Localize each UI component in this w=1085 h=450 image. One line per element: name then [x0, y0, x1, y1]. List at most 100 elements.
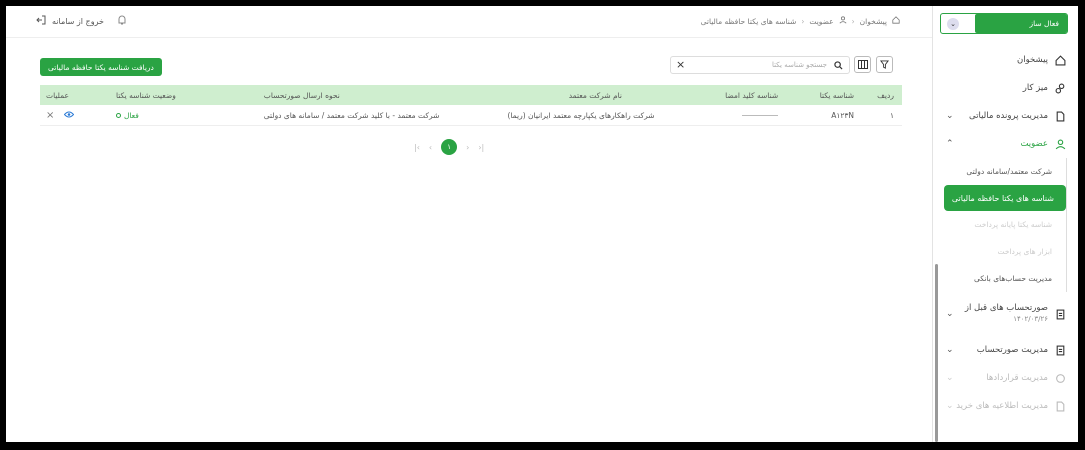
col-header-row[interactable]: ردیف — [858, 91, 902, 100]
sidebar-item-purchase-notices[interactable]: مدیریت اطلاعیه های خرید ⌄ — [932, 392, 1078, 420]
col-header-id[interactable]: شناسه یکتا — [782, 91, 858, 100]
submenu-divider — [1066, 158, 1067, 292]
prev-page-icon[interactable]: ‹ — [429, 143, 432, 152]
table-row[interactable]: ۱ A۱۲۳N شرکت راهکارهای یکپارچه معتمد ایر… — [40, 105, 902, 126]
search-input[interactable]: جستجو شناسه یکتا × — [670, 56, 850, 74]
col-header-status[interactable]: وضعیت شناسه یکتا — [106, 91, 256, 100]
company-label: فعال ساز — [975, 14, 1067, 33]
chevron-down-icon[interactable]: ⌄ — [946, 373, 954, 383]
invoice-icon — [1054, 344, 1066, 356]
cell-id: A۱۲۳N — [831, 110, 855, 120]
next-page-icon[interactable]: › — [466, 143, 469, 152]
close-icon[interactable]: × — [46, 110, 54, 121]
sidebar-item-label: مدیریت پرونده مالیاتی — [969, 111, 1048, 121]
sidebar-subitem-terminal-ids[interactable]: شناسه یکتا پایانه پرداخت — [932, 211, 1078, 238]
page-current[interactable]: ۱ — [441, 139, 458, 155]
exit-button[interactable]: خروج از سامانه — [36, 15, 104, 27]
chevron-left-icon: ‹ — [801, 16, 805, 26]
filter-icon — [880, 60, 889, 69]
status-label: فعال — [123, 110, 139, 120]
eye-icon[interactable] — [64, 111, 75, 120]
cell-company: شرکت راهکارهای یکپارچه معتمد ایرانیان (ر… — [507, 110, 655, 120]
sidebar-item-label: مدیریت صورتحساب — [976, 345, 1048, 355]
company-select[interactable]: فعال ساز ⌄ — [940, 13, 1068, 34]
sidebar-item-tax-file[interactable]: مدیریت پرونده مالیاتی ⌄ — [932, 102, 1078, 130]
people-icon — [1054, 82, 1066, 94]
breadcrumb: پیشخوان ‹ عضویت ‹ شناسه های یکتا حافظه م… — [701, 16, 900, 26]
sidebar: فعال ساز ⌄ پیشخوان میز کار مدیریت پرونده… — [932, 6, 1078, 442]
home-icon[interactable] — [892, 16, 900, 26]
sidebar-subitem-tax-ids[interactable]: شناسه های یکتا حافظه مالیاتی — [944, 185, 1066, 211]
notice-icon — [1054, 400, 1066, 412]
contract-icon — [1054, 372, 1066, 384]
logout-icon — [36, 15, 46, 27]
sidebar-item-dashboard[interactable]: پیشخوان — [932, 46, 1078, 74]
col-header-send[interactable]: نحوه ارسال صورتحساب — [256, 91, 508, 100]
col-header-ops: عملیات — [46, 90, 69, 100]
chevron-up-icon[interactable]: ⌃ — [946, 139, 954, 149]
app-window: پیشخوان ‹ عضویت ‹ شناسه های یکتا حافظه م… — [6, 6, 1078, 442]
close-icon[interactable]: × — [676, 58, 685, 71]
pagination: |‹ ‹ ۱ › ›| — [414, 139, 484, 155]
bell-icon[interactable] — [116, 14, 128, 26]
home-icon — [1054, 54, 1066, 66]
col-header-company[interactable]: نام شرکت معتمد — [507, 91, 687, 100]
row-actions: × — [46, 110, 106, 121]
sidebar-item-invoices[interactable]: مدیریت صورتحساب ⌄ — [932, 336, 1078, 364]
sidebar-item-label: عضویت — [1020, 139, 1048, 149]
sidebar-item-label: مدیریت اطلاعیه های خرید — [956, 401, 1048, 411]
sidebar-subitem-payment-tools[interactable]: ابزار های پرداخت — [932, 238, 1078, 265]
sidebar-item-label: مدیریت قراردادها — [986, 373, 1048, 383]
sidebar-item-membership[interactable]: عضویت ⌃ — [932, 130, 1078, 158]
cell-send: شرکت معتمد - با کلید شرکت معتمد / سامانه… — [263, 110, 440, 120]
sidebar-nav: پیشخوان میز کار مدیریت پرونده مالیاتی ⌄ … — [932, 46, 1078, 420]
user-icon — [1054, 138, 1066, 150]
table-header: ردیف شناسه یکتا شناسه کلید امضا نام شرکت… — [40, 85, 902, 105]
cell-key — [687, 111, 782, 120]
breadcrumb-item: شناسه های یکتا حافظه مالیاتی — [700, 16, 797, 26]
filter-button[interactable] — [876, 56, 893, 73]
chevron-down-icon[interactable]: ⌄ — [946, 111, 954, 121]
sidebar-scrollbar[interactable] — [935, 264, 938, 442]
data-table: ردیف شناسه یکتا شناسه کلید امضا نام شرکت… — [40, 85, 902, 126]
membership-submenu: شرکت معتمد/سامانه دولتی شناسه های یکتا ح… — [932, 158, 1078, 292]
sidebar-item-text: صورتحساب های قبل از ۱۴۰۲/۰۳/۲۶ — [965, 303, 1048, 325]
sidebar-item-contracts[interactable]: مدیریت قراردادها ⌄ — [932, 364, 1078, 392]
columns-icon — [857, 60, 868, 69]
columns-button[interactable] — [854, 56, 871, 73]
sidebar-item-label: پیشخوان — [1017, 55, 1048, 65]
col-header-key[interactable]: شناسه کلید امضا — [687, 91, 782, 100]
chevron-down-icon[interactable]: ⌄ — [946, 401, 954, 411]
fetch-id-button[interactable]: دریافت شناسه یکتا حافظه مالیاتی — [40, 58, 162, 76]
toolbar: دریافت شناسه یکتا حافظه مالیاتی جستجو شن… — [6, 54, 932, 78]
breadcrumb-item[interactable]: عضویت — [809, 17, 833, 26]
sidebar-subitem-bank-accounts[interactable]: مدیریت حساب‌های بانکی — [932, 265, 1078, 292]
sidebar-item-date: ۱۴۰۲/۰۳/۲۶ — [1013, 315, 1048, 323]
cell-ops: × — [40, 110, 106, 121]
top-bar: پیشخوان ‹ عضویت ‹ شناسه های یکتا حافظه م… — [6, 6, 932, 38]
chevron-down-icon[interactable]: ⌄ — [946, 345, 954, 355]
last-page-icon[interactable]: ›| — [478, 143, 484, 152]
user-icon — [839, 16, 847, 26]
breadcrumb-item[interactable]: پیشخوان — [860, 17, 887, 26]
chevron-left-icon: ‹ — [851, 16, 855, 26]
invoice-icon — [1054, 308, 1066, 320]
sidebar-item-label: صورتحساب های قبل از — [964, 303, 1048, 313]
sidebar-item-old-invoices[interactable]: صورتحساب های قبل از ۱۴۰۲/۰۳/۲۶ ⌄ — [932, 292, 1078, 336]
first-page-icon[interactable]: |‹ — [414, 143, 420, 152]
sidebar-item-workdesk[interactable]: میز کار — [932, 74, 1078, 102]
search-placeholder: جستجو شناسه یکتا — [771, 61, 827, 69]
empty-dash — [742, 115, 779, 116]
cell-status: فعال — [106, 111, 256, 120]
file-icon — [1054, 110, 1066, 122]
main-panel: پیشخوان ‹ عضویت ‹ شناسه های یکتا حافظه م… — [6, 6, 932, 442]
exit-label: خروج از سامانه — [52, 16, 104, 26]
cell-row: ۱ — [889, 110, 894, 120]
status-dot-icon — [115, 112, 121, 118]
chevron-down-icon[interactable]: ⌄ — [946, 309, 954, 319]
chevron-down-icon[interactable]: ⌄ — [947, 18, 959, 30]
sidebar-item-label: میز کار — [1022, 83, 1048, 93]
status-badge: فعال — [115, 110, 256, 120]
search-icon[interactable] — [834, 61, 843, 72]
sidebar-subitem-trusted-company[interactable]: شرکت معتمد/سامانه دولتی — [932, 158, 1078, 185]
